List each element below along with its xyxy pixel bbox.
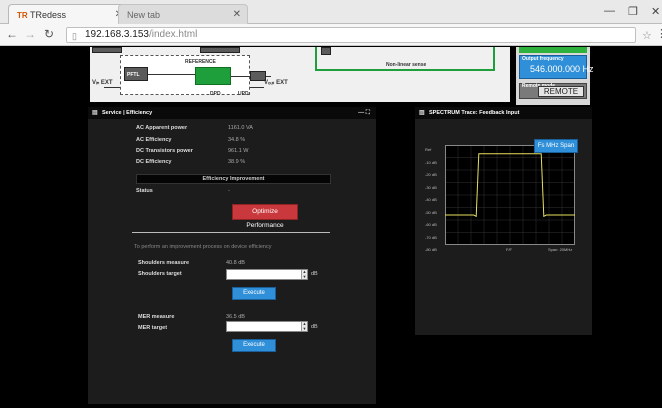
mer-unit: dB <box>311 324 318 330</box>
dc-efficiency-value: 38.9 % <box>228 159 246 165</box>
efficiency-improvement-header: Efficiency Improvement <box>136 174 331 184</box>
close-window-icon[interactable]: ✕ <box>651 5 660 18</box>
restore-icon[interactable]: ❐ <box>628 5 638 18</box>
diagram-block <box>92 47 122 53</box>
shoulders-unit: dB <box>311 271 318 277</box>
status-green-button[interactable] <box>519 47 587 53</box>
tab-title: TRedess <box>30 10 67 20</box>
optimize-performance-button[interactable]: Optimize Performance <box>232 204 298 229</box>
tab-new-tab[interactable]: New tab ✕ <box>118 4 248 24</box>
execute-shoulders-button[interactable]: Execute <box>232 287 276 300</box>
page-content: PFTL REFERENCE Vᵢₙ EXT Vₒᵤₜ EXT UPD DPD … <box>0 47 662 408</box>
block-label: UPD <box>238 91 249 97</box>
diagram-block <box>200 47 240 53</box>
status-value: - <box>228 188 230 194</box>
y-tick-label: Ref <box>425 147 432 152</box>
diagram-wire <box>148 74 195 75</box>
amplifier-block <box>195 67 231 85</box>
ac-efficiency-label: AC Efficiency <box>136 137 172 143</box>
forward-icon[interactable]: → <box>24 27 36 41</box>
output-frequency-value: 546.000.000 Hz <box>530 64 594 74</box>
vout-label: Vₒᵤₜ EXT <box>264 80 288 86</box>
nonlinear-sense-label: Non-linear sense <box>386 62 427 68</box>
browser-tabbar: TRTRedess ✕ New tab ✕ — ❐ ✕ <box>0 0 662 24</box>
tab-favicon-icon: TR <box>17 11 28 20</box>
ac-efficiency-value: 34.8 % <box>228 137 246 143</box>
shoulders-target-label: Shoulders target <box>138 271 182 277</box>
spectrum-panel-header: ▨ SPECTRUM Trace: Feedback Input <box>415 107 592 119</box>
address-bar[interactable]: ▯ 192.168.3.153/index.html <box>66 27 636 43</box>
dc-transistors-power-label: DC Transistors power <box>136 148 193 154</box>
spectrum-svg <box>444 144 576 246</box>
reference-label: REFERENCE <box>185 59 216 65</box>
improvement-description: To perform an improvement process on dev… <box>134 244 272 250</box>
dc-transistors-power-value: 961.1 W <box>228 148 249 154</box>
remote-button[interactable]: REMOTE <box>538 86 584 97</box>
section-divider <box>132 232 330 233</box>
x-center-label: F/F <box>506 247 512 252</box>
panel-expand-icon[interactable]: — ⛶ <box>358 107 370 119</box>
y-tick-label: -30 dB <box>425 184 437 190</box>
browser-navbar: ← → ↻ ▯ 192.168.3.153/index.html ☆ ⋮ <box>0 24 662 46</box>
y-tick-label: -80 dB <box>425 247 437 252</box>
tab-tredess[interactable]: TRTRedess ✕ <box>8 4 130 24</box>
y-tick-label: -50 dB <box>425 209 437 215</box>
span-button[interactable]: Fs MHz Span <box>534 139 578 153</box>
ac-apparent-power-value: 1161.0 VA <box>228 125 253 131</box>
y-tick-label: -20 dB <box>425 172 437 177</box>
y-tick-label: -60 dB <box>425 222 437 227</box>
y-tick-label: -70 dB <box>425 234 437 240</box>
mer-measure-label: MER measure <box>138 314 175 320</box>
bookmark-star-icon[interactable]: ☆ <box>642 29 652 42</box>
tab-title-new: New tab <box>127 10 161 20</box>
close-tab-icon[interactable]: ✕ <box>233 5 241 25</box>
panel-menu-icon[interactable]: ▤ <box>92 107 98 119</box>
spectrum-icon: ▨ <box>419 110 425 116</box>
sense-icon <box>321 47 331 55</box>
shoulders-measure-label: Shoulders measure <box>138 260 190 266</box>
execute-mer-button[interactable]: Execute <box>232 339 276 352</box>
efficiency-panel-header: ▤ Service | Efficiency — ⛶ <box>88 107 376 119</box>
dc-efficiency-label: DC Efficiency <box>136 159 172 165</box>
back-icon[interactable]: ← <box>6 27 18 41</box>
vin-label: Vᵢₙ EXT <box>92 80 113 86</box>
x-span-label: Span: 20MHz <box>548 247 573 252</box>
status-label: Status <box>136 188 153 194</box>
mer-target-label: MER target <box>138 325 168 331</box>
mer-measure-value: 36.5 dB <box>226 314 245 320</box>
efficiency-panel-title: Service | Efficiency <box>102 110 153 116</box>
signal-diagram: PFTL REFERENCE Vᵢₙ EXT Vₒᵤₜ EXT UPD DPD … <box>90 47 510 102</box>
spinner-icon[interactable]: ▲ ▼ <box>301 269 307 279</box>
minimize-icon[interactable]: — <box>604 5 615 17</box>
diagram-wire <box>104 87 120 88</box>
shoulders-measure-value: 40.8 dB <box>226 260 245 266</box>
pftl-label: PFTL <box>127 72 140 78</box>
spinner-icon[interactable]: ▲ ▼ <box>301 321 307 331</box>
url-host: 192.168.3.153 <box>85 29 149 40</box>
y-tick-label: -10 dB <box>425 159 437 165</box>
ac-apparent-power-label: AC Apparent power <box>136 125 188 131</box>
output-frequency-label: Output frequency <box>522 56 564 62</box>
url-path: /index.html <box>148 29 198 40</box>
spectrum-plot <box>444 144 576 246</box>
block-label: DPD <box>210 91 221 97</box>
diagram-wire <box>250 87 264 88</box>
y-tick-label: -40 dB <box>425 197 437 202</box>
reload-icon[interactable]: ↻ <box>44 27 54 41</box>
page-icon: ▯ <box>72 31 77 41</box>
menu-icon[interactable]: ⋮ <box>656 27 662 40</box>
shoulders-target-input[interactable]: ▲ ▼ <box>226 269 308 280</box>
mer-target-input[interactable]: ▲ ▼ <box>226 321 308 332</box>
spectrum-panel-title: SPECTRUM Trace: Feedback Input <box>429 110 520 116</box>
